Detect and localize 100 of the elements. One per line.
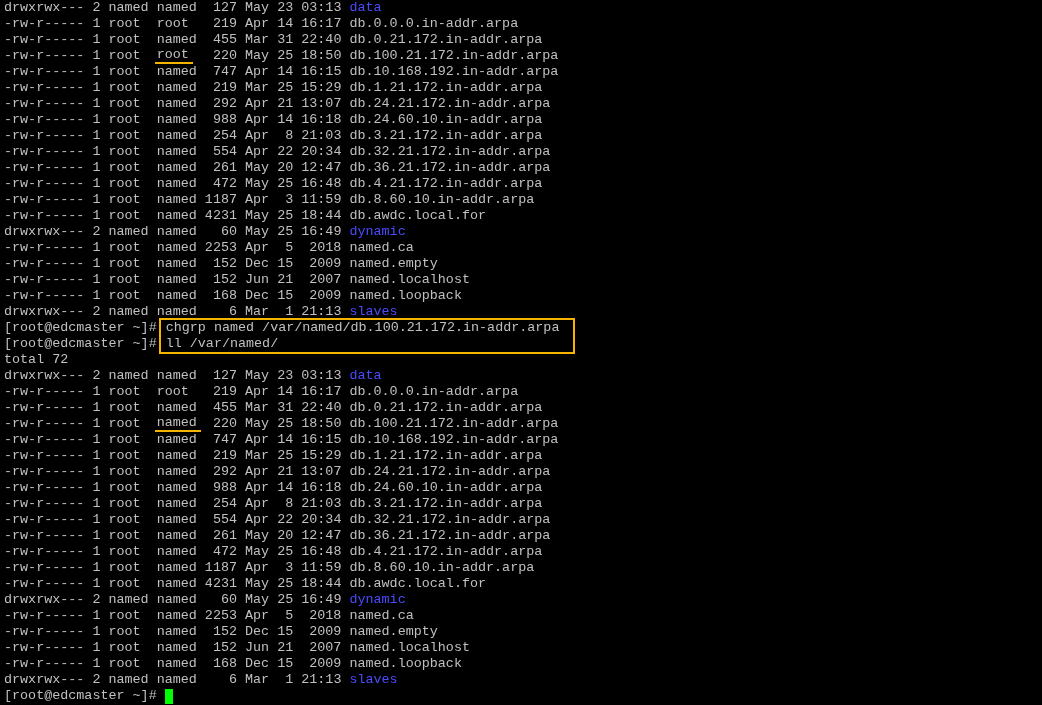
date-month: Apr bbox=[245, 144, 270, 160]
date-month: Dec bbox=[245, 256, 270, 272]
link-count: 1 bbox=[92, 448, 101, 464]
permissions-text: -rw-r----- bbox=[4, 128, 85, 144]
owner-name: root bbox=[108, 496, 142, 512]
file-size: 168 bbox=[211, 288, 237, 304]
group-name: named bbox=[156, 128, 197, 144]
permissions-text: -rw-r----- bbox=[4, 208, 85, 224]
time-text: 16:15 bbox=[301, 64, 342, 80]
owner-name: root bbox=[108, 640, 142, 656]
owner-name: root bbox=[108, 240, 142, 256]
time-text: 16:15 bbox=[301, 432, 342, 448]
date-month: May bbox=[245, 224, 270, 240]
owner-name: root bbox=[108, 560, 142, 576]
file-name: named.loopback bbox=[349, 656, 462, 672]
time-text: 20:34 bbox=[301, 144, 342, 160]
link-count: 1 bbox=[92, 576, 101, 592]
time-text: 11:59 bbox=[301, 560, 342, 576]
permissions-text: drwxrwx--- bbox=[4, 368, 85, 384]
link-count: 2 bbox=[92, 672, 101, 688]
file-size: 254 bbox=[211, 128, 237, 144]
date-day: 25 bbox=[277, 208, 294, 224]
date-day: 14 bbox=[277, 480, 294, 496]
file-name: db.10.168.192.in-addr.arpa bbox=[349, 432, 559, 448]
date-month: Mar bbox=[245, 304, 270, 320]
owner-name: root bbox=[108, 656, 142, 672]
file-name: db.3.21.172.in-addr.arpa bbox=[349, 128, 543, 144]
date-month: Apr bbox=[245, 96, 270, 112]
file-size: 472 bbox=[211, 544, 237, 560]
permissions-text: -rw-r----- bbox=[4, 480, 85, 496]
directory-name: data bbox=[349, 0, 382, 16]
date-day: 23 bbox=[277, 368, 294, 384]
link-count: 1 bbox=[92, 544, 101, 560]
owner-name: named bbox=[108, 0, 149, 16]
date-day: 21 bbox=[277, 640, 294, 656]
date-day: 23 bbox=[277, 0, 294, 16]
file-name: db.awdc.local.for bbox=[349, 576, 487, 592]
owner-name: root bbox=[108, 256, 142, 272]
permissions-text: -rw-r----- bbox=[4, 448, 85, 464]
link-count: 1 bbox=[92, 208, 101, 224]
time-text: 22:40 bbox=[301, 400, 342, 416]
file-size: 6 bbox=[227, 304, 237, 320]
link-count: 1 bbox=[92, 192, 101, 208]
group-name: named bbox=[156, 144, 197, 160]
owner-name: named bbox=[108, 368, 149, 384]
file-size: 455 bbox=[211, 400, 237, 416]
link-count: 1 bbox=[92, 528, 101, 544]
group-name: root bbox=[156, 16, 189, 32]
date-month: Mar bbox=[245, 32, 270, 48]
date-month: Dec bbox=[245, 624, 270, 640]
permissions-text: -rw-r----- bbox=[4, 192, 85, 208]
file-size: 60 bbox=[219, 592, 237, 608]
permissions-text: -rw-r----- bbox=[4, 416, 85, 432]
date-day: 5 bbox=[277, 240, 294, 256]
time-text: 11:59 bbox=[301, 192, 342, 208]
file-name: named.localhost bbox=[349, 640, 470, 656]
time-text: 21:03 bbox=[301, 128, 342, 144]
group-name: named bbox=[156, 224, 197, 240]
permissions-text: -rw-r----- bbox=[4, 96, 85, 112]
link-count: 2 bbox=[92, 592, 101, 608]
file-name: db.awdc.local.for bbox=[349, 208, 487, 224]
file-size: 261 bbox=[211, 528, 237, 544]
file-size: 220 bbox=[211, 48, 237, 64]
owner-name: root bbox=[108, 432, 142, 448]
permissions-text: drwxrwx--- bbox=[4, 224, 85, 240]
link-count: 1 bbox=[92, 640, 101, 656]
time-text: 2007 bbox=[308, 640, 342, 656]
date-month: May bbox=[245, 416, 270, 432]
link-count: 1 bbox=[92, 416, 101, 432]
file-name: named.empty bbox=[349, 256, 438, 272]
owner-name: named bbox=[108, 224, 149, 240]
date-day: 22 bbox=[277, 512, 294, 528]
permissions-text: -rw-r----- bbox=[4, 528, 85, 544]
time-text: 2018 bbox=[308, 608, 342, 624]
file-size: 254 bbox=[211, 496, 237, 512]
permissions-text: -rw-r----- bbox=[4, 240, 85, 256]
group-name: root bbox=[156, 384, 189, 400]
group-name: named bbox=[156, 368, 197, 384]
file-name: db.1.21.172.in-addr.arpa bbox=[349, 448, 543, 464]
time-text: 16:17 bbox=[301, 16, 342, 32]
owner-name: root bbox=[108, 624, 142, 640]
date-month: May bbox=[245, 528, 270, 544]
date-month: May bbox=[245, 544, 270, 560]
permissions-text: -rw-r----- bbox=[4, 272, 85, 288]
file-size: 1187 bbox=[204, 192, 237, 208]
group-name: named bbox=[156, 96, 197, 112]
date-day: 25 bbox=[277, 224, 294, 240]
date-day: 25 bbox=[277, 576, 294, 592]
permissions-text: -rw-r----- bbox=[4, 80, 85, 96]
time-text: 22:40 bbox=[301, 32, 342, 48]
group-name: named bbox=[156, 656, 197, 672]
date-day: 31 bbox=[277, 32, 294, 48]
date-month: Dec bbox=[245, 288, 270, 304]
group-name: named bbox=[156, 32, 197, 48]
link-count: 1 bbox=[92, 176, 101, 192]
permissions-text: -rw-r----- bbox=[4, 64, 85, 80]
owner-name: root bbox=[108, 16, 142, 32]
date-month: Apr bbox=[245, 240, 270, 256]
time-text: 20:34 bbox=[301, 512, 342, 528]
date-day: 1 bbox=[277, 304, 294, 320]
